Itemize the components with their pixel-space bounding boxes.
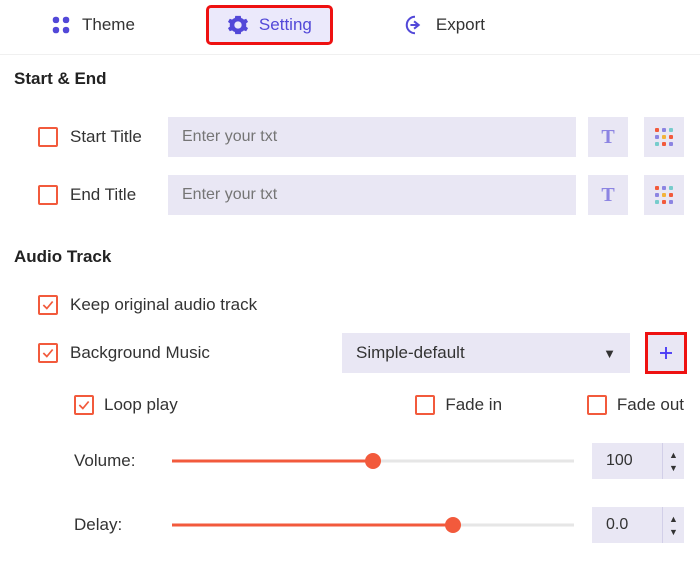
bg-music-row: Background Music Simple-default ▼ bbox=[38, 333, 684, 373]
text-style-button[interactable]: T bbox=[588, 117, 628, 157]
loop-label: Loop play bbox=[104, 395, 178, 415]
tab-export-label: Export bbox=[436, 15, 485, 35]
volume-value: 100 bbox=[606, 443, 662, 479]
volume-step-up[interactable]: ▲ bbox=[663, 448, 684, 461]
fadein-group: Fade in bbox=[330, 395, 586, 415]
end-title-input[interactable] bbox=[168, 175, 576, 215]
fadeout-label: Fade out bbox=[617, 395, 684, 415]
tab-setting[interactable]: Setting bbox=[209, 8, 330, 42]
bg-music-selected: Simple-default bbox=[356, 343, 465, 363]
delay-step-up[interactable]: ▲ bbox=[663, 512, 684, 525]
keep-original-checkbox[interactable] bbox=[38, 295, 58, 315]
tab-bar: Theme Setting Export bbox=[0, 0, 700, 55]
volume-spinner[interactable]: 100 ▲ ▼ bbox=[592, 443, 684, 479]
volume-row: Volume: 100 ▲ ▼ bbox=[74, 443, 684, 479]
bg-music-sub: Loop play Fade in Fade out Volume: 1 bbox=[38, 395, 684, 543]
fadeout-checkbox[interactable] bbox=[587, 395, 607, 415]
delay-row: Delay: 0.0 ▲ ▼ bbox=[74, 507, 684, 543]
volume-label: Volume: bbox=[74, 451, 154, 471]
tab-setting-label: Setting bbox=[259, 15, 312, 35]
fadeout-group: Fade out bbox=[587, 395, 684, 415]
delay-label: Delay: bbox=[74, 515, 154, 535]
end-title-label: End Title bbox=[70, 185, 156, 205]
section-start-end-title: Start & End bbox=[0, 55, 700, 95]
section-audio-title: Audio Track bbox=[0, 233, 700, 273]
gear-icon bbox=[227, 14, 249, 36]
color-grid-button-2[interactable] bbox=[644, 175, 684, 215]
start-title-checkbox[interactable] bbox=[38, 127, 58, 147]
volume-step-down[interactable]: ▼ bbox=[663, 461, 684, 474]
loop-group: Loop play bbox=[74, 395, 330, 415]
end-title-row: End Title T bbox=[38, 175, 684, 215]
audio-area: Keep original audio track Background Mus… bbox=[0, 273, 700, 543]
text-icon: T bbox=[601, 126, 614, 149]
loop-checkbox[interactable] bbox=[74, 395, 94, 415]
keep-original-label: Keep original audio track bbox=[70, 295, 257, 315]
text-icon: T bbox=[601, 184, 614, 207]
tab-theme[interactable]: Theme bbox=[32, 8, 153, 42]
color-grid-icon bbox=[655, 186, 673, 204]
color-grid-icon bbox=[655, 128, 673, 146]
bg-music-select[interactable]: Simple-default ▼ bbox=[342, 333, 630, 373]
start-title-input[interactable] bbox=[168, 117, 576, 157]
export-icon bbox=[404, 14, 426, 36]
start-title-label: Start Title bbox=[70, 127, 156, 147]
volume-slider[interactable] bbox=[172, 451, 574, 471]
tab-export[interactable]: Export bbox=[386, 8, 503, 42]
keep-original-row: Keep original audio track bbox=[38, 295, 684, 315]
delay-step-down[interactable]: ▼ bbox=[663, 525, 684, 538]
fade-row: Loop play Fade in Fade out bbox=[74, 395, 684, 415]
chevron-down-icon: ▼ bbox=[603, 346, 616, 361]
delay-slider[interactable] bbox=[172, 515, 574, 535]
add-music-button[interactable] bbox=[648, 335, 684, 371]
fadein-checkbox[interactable] bbox=[415, 395, 435, 415]
text-style-button-2[interactable]: T bbox=[588, 175, 628, 215]
bg-music-label: Background Music bbox=[70, 343, 330, 363]
theme-icon bbox=[50, 14, 72, 36]
start-title-row: Start Title T bbox=[38, 117, 684, 157]
color-grid-button[interactable] bbox=[644, 117, 684, 157]
start-end-area: Start Title T End Title T bbox=[0, 95, 700, 215]
end-title-checkbox[interactable] bbox=[38, 185, 58, 205]
delay-spinner[interactable]: 0.0 ▲ ▼ bbox=[592, 507, 684, 543]
tab-theme-label: Theme bbox=[82, 15, 135, 35]
fadein-label: Fade in bbox=[445, 395, 502, 415]
delay-value: 0.0 bbox=[606, 507, 662, 543]
bg-music-checkbox[interactable] bbox=[38, 343, 58, 363]
